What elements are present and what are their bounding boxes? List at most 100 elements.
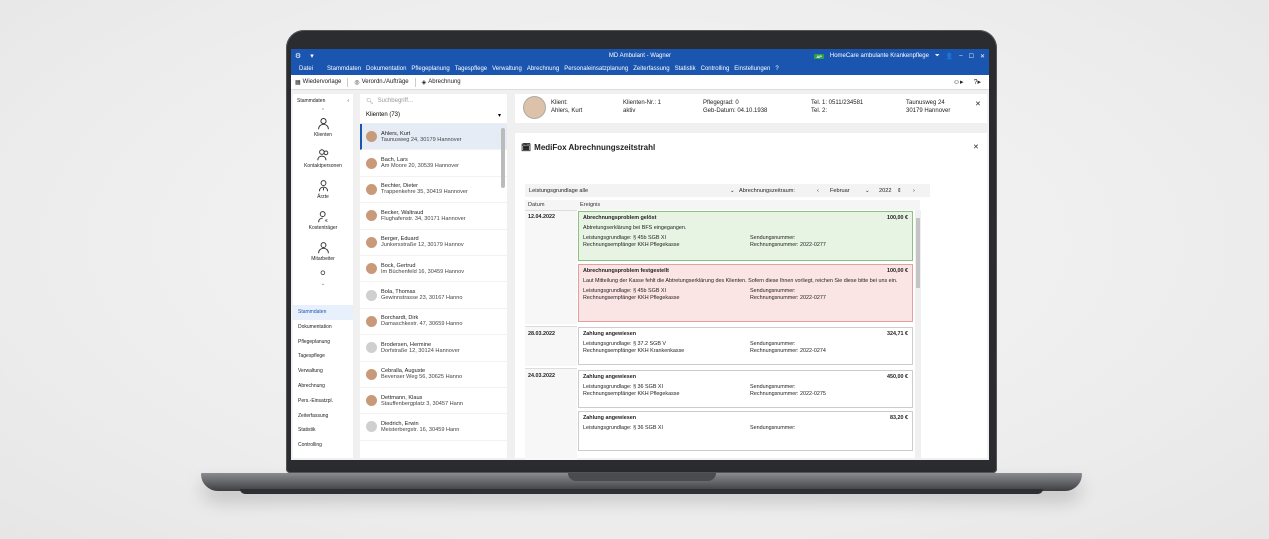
- verordnungen-button[interactable]: ◎ Verordn./Aufträge: [354, 79, 408, 86]
- help-icon[interactable]: ?▸: [974, 78, 981, 86]
- menu-item[interactable]: Controlling: [701, 66, 730, 72]
- client-address: Taunusweg 24, 30179 Hannover: [381, 136, 462, 143]
- phone-block: Tel. 1: 0511/234581 Tel. 2:: [811, 100, 864, 114]
- menu-item[interactable]: Einstellungen: [734, 66, 770, 72]
- smiley-icon[interactable]: ☺▸: [953, 78, 964, 86]
- event-card[interactable]: Zahlung angewiesen 83,20 € Leistungsgrund…: [578, 411, 913, 451]
- close-icon[interactable]: ✕: [973, 143, 979, 151]
- search-input[interactable]: 🔍︎ Suchbegriff...: [360, 94, 507, 108]
- leistungsgrundlage-select[interactable]: Leistungsgrundlage alle: [529, 188, 588, 194]
- module-stammdaten[interactable]: Stammdaten: [293, 305, 353, 320]
- nav-more-icon[interactable]: [293, 269, 353, 281]
- next-month-button[interactable]: ›: [913, 188, 915, 194]
- list-item[interactable]: Bechter, Dieter Trappenkehre 35, 30419 Ha…: [360, 177, 507, 204]
- avatar: [366, 236, 377, 248]
- module-verwaltung[interactable]: Verwaltung: [293, 364, 353, 379]
- list-item[interactable]: Dettmann, Klaus Stauffenbergplatz 3, 3045…: [360, 388, 507, 415]
- list-item[interactable]: Berger, Eduard Junkersstraße 12, 30179 Ha…: [360, 230, 507, 256]
- contacts-icon: [316, 149, 328, 161]
- list-item[interactable]: Brodersen, Hermine Dorfstraße 12, 30124 H…: [360, 335, 507, 362]
- client-text: Diedrich, Erwin Meisterbergstr. 16, 30459…: [381, 421, 459, 433]
- chevron-down-icon[interactable]: ⌄: [730, 188, 735, 194]
- client-text: Bach, Lars Am Moore 20, 30539 Hannover: [381, 157, 459, 169]
- module-statistik[interactable]: Statistik: [293, 423, 353, 438]
- title-bar: ⚙ ▾ MD Ambulant - Wagner AP HomeCare amb…: [291, 49, 989, 63]
- menu-item[interactable]: Pflegeplanung: [411, 66, 449, 72]
- month-select[interactable]: Februar: [830, 188, 850, 194]
- list-item[interactable]: Bach, Lars Am Moore 20, 30539 Hannover: [360, 150, 507, 177]
- nav-klienten[interactable]: Klienten: [293, 114, 353, 138]
- client-address: Stauffenbergplatz 3, 30457 Hann: [381, 400, 464, 407]
- menu-item[interactable]: Tagespflege: [455, 66, 487, 72]
- menu-bar: Datei Stammdaten Dokumentation Pflegepla…: [291, 63, 989, 75]
- menu-item[interactable]: Dokumentation: [366, 66, 406, 72]
- timeline-icon: 🗓︎: [521, 143, 532, 152]
- scroll-down-icon[interactable]: ⌄: [293, 281, 353, 287]
- prev-month-button[interactable]: ‹: [817, 188, 819, 194]
- list-item[interactable]: Diedrich, Erwin Meisterbergstr. 16, 30459…: [360, 414, 507, 441]
- event-card[interactable]: Abrechnungsproblem gelöst 100,00 € Abtret…: [578, 211, 913, 261]
- scrollbar[interactable]: [501, 128, 505, 188]
- list-item[interactable]: Cebralla, Auguste Bevenser Weg 56, 30625 …: [360, 362, 507, 388]
- laptop-foot: [240, 489, 1043, 494]
- module-zeiterfassung[interactable]: Zeiterfassung: [293, 409, 353, 424]
- close-icon[interactable]: ✕: [975, 100, 981, 108]
- nav-kontaktpersonen[interactable]: Kontaktpersonen: [293, 145, 353, 169]
- event-card[interactable]: Abrechnungsproblem festgestellt 100,00 € …: [578, 264, 913, 322]
- list-item[interactable]: Ahlers, Kurt Taunusweg 24, 30179 Hannover: [360, 124, 507, 151]
- menu-item[interactable]: Zeiterfassung: [633, 66, 669, 72]
- list-item[interactable]: Becker, Waltraud Flughafenstr. 34, 30171 …: [360, 203, 507, 230]
- module-list: Stammdaten Dokumentation Pflegeplanung T…: [293, 305, 353, 453]
- year-stepper[interactable]: 2022: [879, 188, 891, 194]
- menu-item[interactable]: Stammdaten: [327, 66, 361, 72]
- event-date: 12.04.2022: [528, 214, 555, 220]
- menu-item[interactable]: Verwaltung: [492, 66, 522, 72]
- client-text: Berger, Eduard Junkersstraße 12, 30179 Ha…: [381, 236, 464, 248]
- doctor-icon: [318, 180, 328, 192]
- module-tagespflege[interactable]: Tagespflege: [293, 349, 353, 364]
- module-abrechnung[interactable]: Abrechnung: [293, 379, 353, 394]
- list-item[interactable]: Bock, Gertrud Im Büchenfeld 16, 30459 Han…: [360, 256, 507, 283]
- client-address: Trappenkehre 35, 30419 Hannover: [381, 189, 468, 196]
- list-item[interactable]: Bola, Thomas Gewinnstrasse 23, 30167 Hann…: [360, 282, 507, 309]
- avatar: [366, 421, 377, 433]
- client-text: Cebralla, Auguste Bevenser Weg 56, 30625 …: [381, 368, 462, 380]
- menu-item[interactable]: Personaleinsatzplanung: [564, 66, 628, 72]
- menu-item[interactable]: Datei: [299, 66, 313, 72]
- chevron-down-icon[interactable]: ⌄: [865, 188, 870, 194]
- scroll-thumb[interactable]: [916, 218, 920, 288]
- timeline-scrollbar[interactable]: [915, 210, 921, 458]
- nav-kostentraeger[interactable]: € Kostenträger: [293, 207, 353, 231]
- avatar: [366, 289, 377, 301]
- menu-item[interactable]: Abrechnung: [527, 66, 559, 72]
- event-card[interactable]: Zahlung angewiesen 450,00 € Leistungsgrun…: [578, 370, 913, 408]
- prescription-icon: ◎: [354, 79, 360, 86]
- client-list-header[interactable]: Klienten (73) ▾: [360, 108, 507, 124]
- list-item[interactable]: Borchardt, Dirk Damaschkestr. 47, 30659 H…: [360, 309, 507, 336]
- client-address: Gewinnstrasse 23, 30167 Hanno: [381, 295, 463, 302]
- nav-mitarbeiter[interactable]: Mitarbeiter: [293, 238, 353, 262]
- client-address: Bevenser Weg 56, 30625 Hanno: [381, 374, 463, 381]
- nav-aerzte[interactable]: Ärzte: [293, 176, 353, 200]
- avatar: [366, 342, 377, 354]
- menu-item-help[interactable]: ?: [775, 66, 778, 72]
- client-text: Bock, Gertrud Im Büchenfeld 16, 30459 Han…: [381, 263, 464, 275]
- svg-text:€: €: [325, 218, 328, 223]
- client-list-panel: 🔍︎ Suchbegriff... Klienten (73) ▾ Ahlers, …: [360, 94, 507, 458]
- event-card[interactable]: Zahlung angewiesen 324,71 € Leistungsgrun…: [578, 327, 913, 365]
- module-pers-einsatzpl[interactable]: Pers.-Einsatzpl.: [293, 394, 353, 409]
- question-person-icon: [320, 270, 325, 275]
- menu-item[interactable]: Statistik: [675, 66, 696, 72]
- module-dokumentation[interactable]: Dokumentation: [293, 320, 353, 335]
- stepper-icon[interactable]: ⇕: [897, 188, 902, 194]
- collapse-icon[interactable]: ‹: [347, 98, 349, 104]
- module-pflegeplanung[interactable]: Pflegeplanung: [293, 335, 353, 350]
- module-controlling[interactable]: Controlling: [293, 438, 353, 453]
- wiedervorlage-button[interactable]: ▦ Wiedervorlage: [295, 79, 341, 86]
- client-text: Brodersen, Hermine Dorfstraße 12, 30124 H…: [381, 342, 460, 354]
- abrechnung-button[interactable]: ◈ Abrechnung: [422, 79, 461, 86]
- left-navigation: Stammdaten ‹ ⌃ Klienten Kontaktpersonen Ä…: [293, 94, 353, 458]
- client-address: Im Büchenfeld 16, 30459 Hannov: [381, 268, 465, 275]
- zeitraum-label: Abrechnungszeitraum:: [739, 187, 795, 194]
- divider: [414, 77, 416, 87]
